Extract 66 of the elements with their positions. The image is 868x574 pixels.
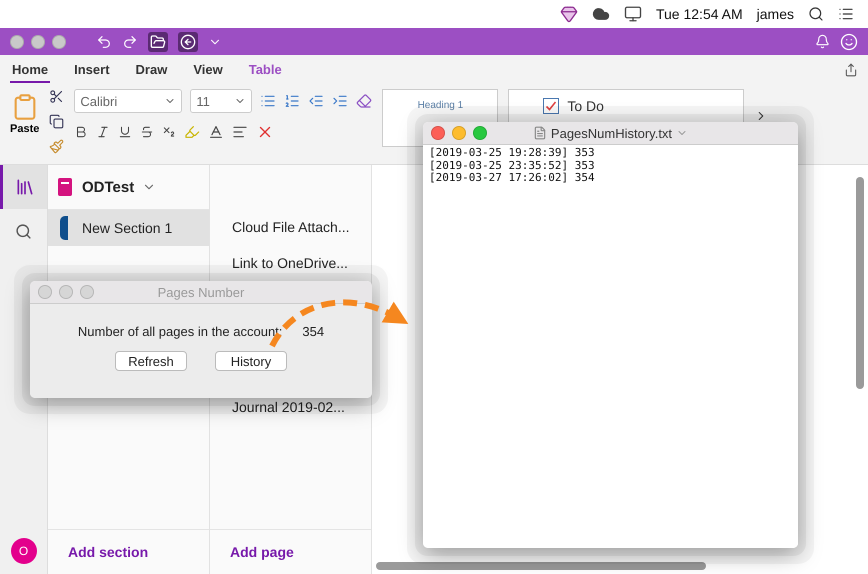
count-label: Number of all pages in the account:	[78, 324, 282, 339]
italic-icon[interactable]	[96, 125, 110, 139]
font-color-icon[interactable]	[208, 124, 224, 140]
folder-button[interactable]	[148, 32, 168, 52]
ribbon-tab[interactable]: Insert	[72, 58, 112, 82]
clock-text[interactable]: Tue 12:54 AM	[656, 6, 743, 22]
gem-icon[interactable]	[560, 5, 578, 23]
font-select[interactable]: Calibri	[74, 89, 182, 113]
bold-icon[interactable]	[74, 125, 88, 139]
displays-icon[interactable]	[624, 5, 642, 23]
notebook-icon	[58, 178, 74, 196]
count-value: 354	[302, 324, 324, 339]
redo-icon[interactable]	[122, 34, 138, 50]
undo-icon[interactable]	[96, 34, 112, 50]
size-select[interactable]: 11	[190, 89, 252, 113]
search-icon[interactable]	[808, 6, 824, 22]
strikethrough-icon[interactable]	[140, 125, 154, 139]
section-item[interactable]: New Section 1	[48, 210, 209, 246]
copy-icon[interactable]	[49, 114, 64, 129]
vertical-scrollbar[interactable]	[856, 177, 864, 389]
smiley-icon[interactable]	[840, 32, 858, 50]
zoom-control[interactable]	[473, 126, 487, 140]
menu-icon[interactable]	[838, 6, 854, 22]
bell-icon[interactable]	[815, 34, 830, 49]
text-line: [2019-03-27 17:26:02] 354	[429, 172, 596, 184]
ribbon-tab[interactable]: Home	[10, 58, 50, 82]
add-section-link[interactable]: Add section	[48, 529, 209, 574]
account-avatar[interactable]: O	[10, 538, 36, 564]
page-item[interactable]: Cloud File Attach...	[210, 209, 371, 245]
share-icon[interactable]	[844, 63, 858, 77]
text-line: [2019-03-25 23:35:52] 353	[429, 160, 596, 172]
clear-format-icon[interactable]	[356, 93, 372, 109]
paintbrush-icon[interactable]	[49, 139, 64, 154]
zoom-control[interactable]	[52, 34, 66, 48]
paste-label[interactable]: Paste	[10, 123, 40, 135]
ribbon-tab[interactable]: View	[191, 58, 225, 82]
close-control[interactable]	[431, 126, 445, 140]
todo-checkbox[interactable]	[543, 98, 560, 114]
notebooks-button[interactable]	[0, 165, 47, 209]
indent-icon[interactable]	[332, 93, 348, 109]
cloud-icon[interactable]	[592, 5, 610, 23]
bullets-icon[interactable]	[260, 93, 276, 109]
dialog-title: Pages Number	[158, 284, 244, 300]
user-name[interactable]: james	[756, 6, 794, 22]
underline-icon[interactable]	[118, 125, 132, 139]
books-icon	[15, 177, 35, 197]
subscript-icon[interactable]	[162, 125, 176, 139]
minimize-control[interactable]	[31, 34, 45, 48]
add-page-link[interactable]: Add page	[210, 529, 371, 574]
dialog-button[interactable]: Refresh	[115, 351, 187, 371]
page-item[interactable]: Link to OneDrive...	[210, 245, 371, 281]
document-icon	[532, 126, 547, 140]
text-line: [2019-03-25 19:28:39] 353	[429, 147, 596, 160]
notebook-name: ODTest	[82, 178, 134, 196]
ribbon-tab[interactable]: Draw	[134, 58, 170, 82]
window-title: PagesNumHistory.txt	[550, 126, 672, 140]
scissors-icon[interactable]	[49, 89, 64, 104]
horizontal-scrollbar[interactable]	[376, 562, 706, 570]
search-icon	[15, 222, 32, 240]
numbering-icon[interactable]	[284, 93, 300, 109]
close-control[interactable]	[10, 34, 24, 48]
ribbon-tab[interactable]: Table	[246, 58, 284, 82]
align-icon[interactable]	[232, 124, 248, 140]
outdent-icon[interactable]	[308, 93, 324, 109]
back-button[interactable]	[178, 32, 198, 52]
dialog-button[interactable]: History	[215, 351, 287, 371]
